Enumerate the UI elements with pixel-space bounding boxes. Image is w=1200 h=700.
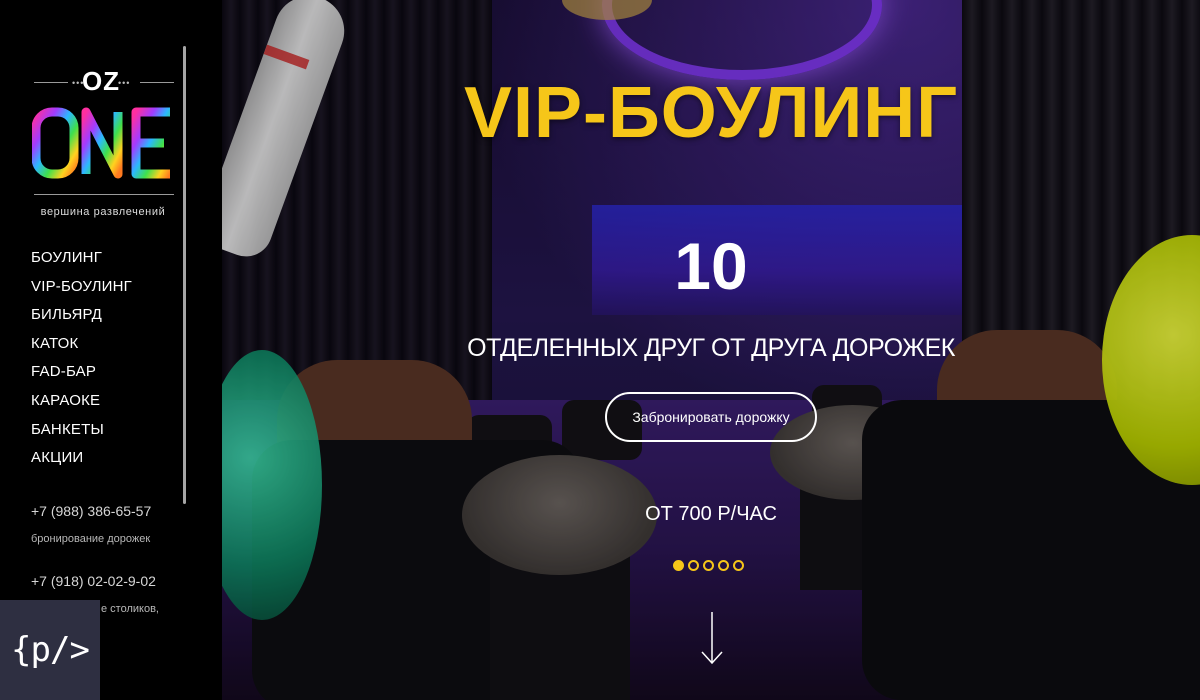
menu-item-promotions: АКЦИИ: [31, 449, 132, 478]
logo-tagline: вершина развлечений: [40, 206, 166, 218]
menu-item-billiards: БИЛЬЯРД: [31, 306, 132, 335]
contact-note-tables: е столиков,: [101, 603, 159, 615]
book-lane-button[interactable]: Забронировать дорожку: [605, 392, 817, 442]
hero-title: VIP-БОУЛИНГ: [463, 73, 959, 153]
menu-item-fad-bar: FAD-БАР: [31, 363, 132, 392]
hero-price: ОТ 700 Р/ЧАС: [645, 503, 777, 525]
menu-link[interactable]: VIP-БОУЛИНГ: [31, 278, 132, 295]
hero-section: VIP-БОУЛИНГ 10 ОТДЕЛЕННЫХ ДРУГ ОТ ДРУГА …: [222, 0, 1200, 700]
menu-item-vip-bowling: VIP-БОУЛИНГ: [31, 278, 132, 307]
code-badge-text: {p/>: [11, 630, 90, 670]
slider-dot[interactable]: [703, 560, 714, 571]
slider-dot[interactable]: [733, 560, 744, 571]
slider-pagination: [673, 560, 744, 571]
sidebar: ••• OZ ••• вершина развлечений БОУЛИНГ V…: [0, 0, 222, 700]
menu-link[interactable]: КАТОК: [31, 335, 78, 352]
main-menu: БОУЛИНГ VIP-БОУЛИНГ БИЛЬЯРД КАТОК FAD-БА…: [31, 249, 132, 478]
sidebar-scrollbar[interactable]: [183, 46, 186, 504]
slider-dot[interactable]: [718, 560, 729, 571]
slider-dot[interactable]: [688, 560, 699, 571]
hero-lane-count: 10: [674, 229, 748, 303]
contact-note-bowling: бронирование дорожек: [31, 533, 151, 545]
code-badge[interactable]: {p/>: [0, 600, 100, 700]
slider-dot[interactable]: [673, 560, 684, 571]
menu-link[interactable]: АКЦИИ: [31, 449, 83, 466]
contact-phone-bowling[interactable]: +7 (988) 386-65-57: [31, 503, 151, 519]
logo-one-mark: [32, 107, 170, 179]
oz-one-logo[interactable]: ••• OZ ••• вершина развлечений: [28, 62, 178, 222]
menu-item-bowling: БОУЛИНГ: [31, 249, 132, 278]
menu-link[interactable]: БИЛЬЯРД: [31, 306, 102, 323]
menu-item-skating: КАТОК: [31, 335, 132, 364]
menu-link[interactable]: БОУЛИНГ: [31, 249, 102, 266]
logo-dots-right: •••: [118, 78, 131, 88]
logo-line-right: [140, 82, 174, 83]
menu-link[interactable]: FAD-БАР: [31, 363, 96, 380]
menu-item-karaoke: КАРАОКЕ: [31, 392, 132, 421]
menu-link[interactable]: КАРАОКЕ: [31, 392, 100, 409]
menu-link[interactable]: БАНКЕТЫ: [31, 421, 104, 438]
contact-phone-tables[interactable]: +7 (918) 02-02-9-02: [31, 573, 156, 589]
menu-item-banquets: БАНКЕТЫ: [31, 421, 132, 450]
logo-line-bottom: [34, 194, 174, 195]
hero-subtitle: ОТДЕЛЕННЫХ ДРУГ ОТ ДРУГА ДОРОЖЕК: [467, 334, 955, 362]
arrow-down-icon[interactable]: [700, 610, 724, 666]
